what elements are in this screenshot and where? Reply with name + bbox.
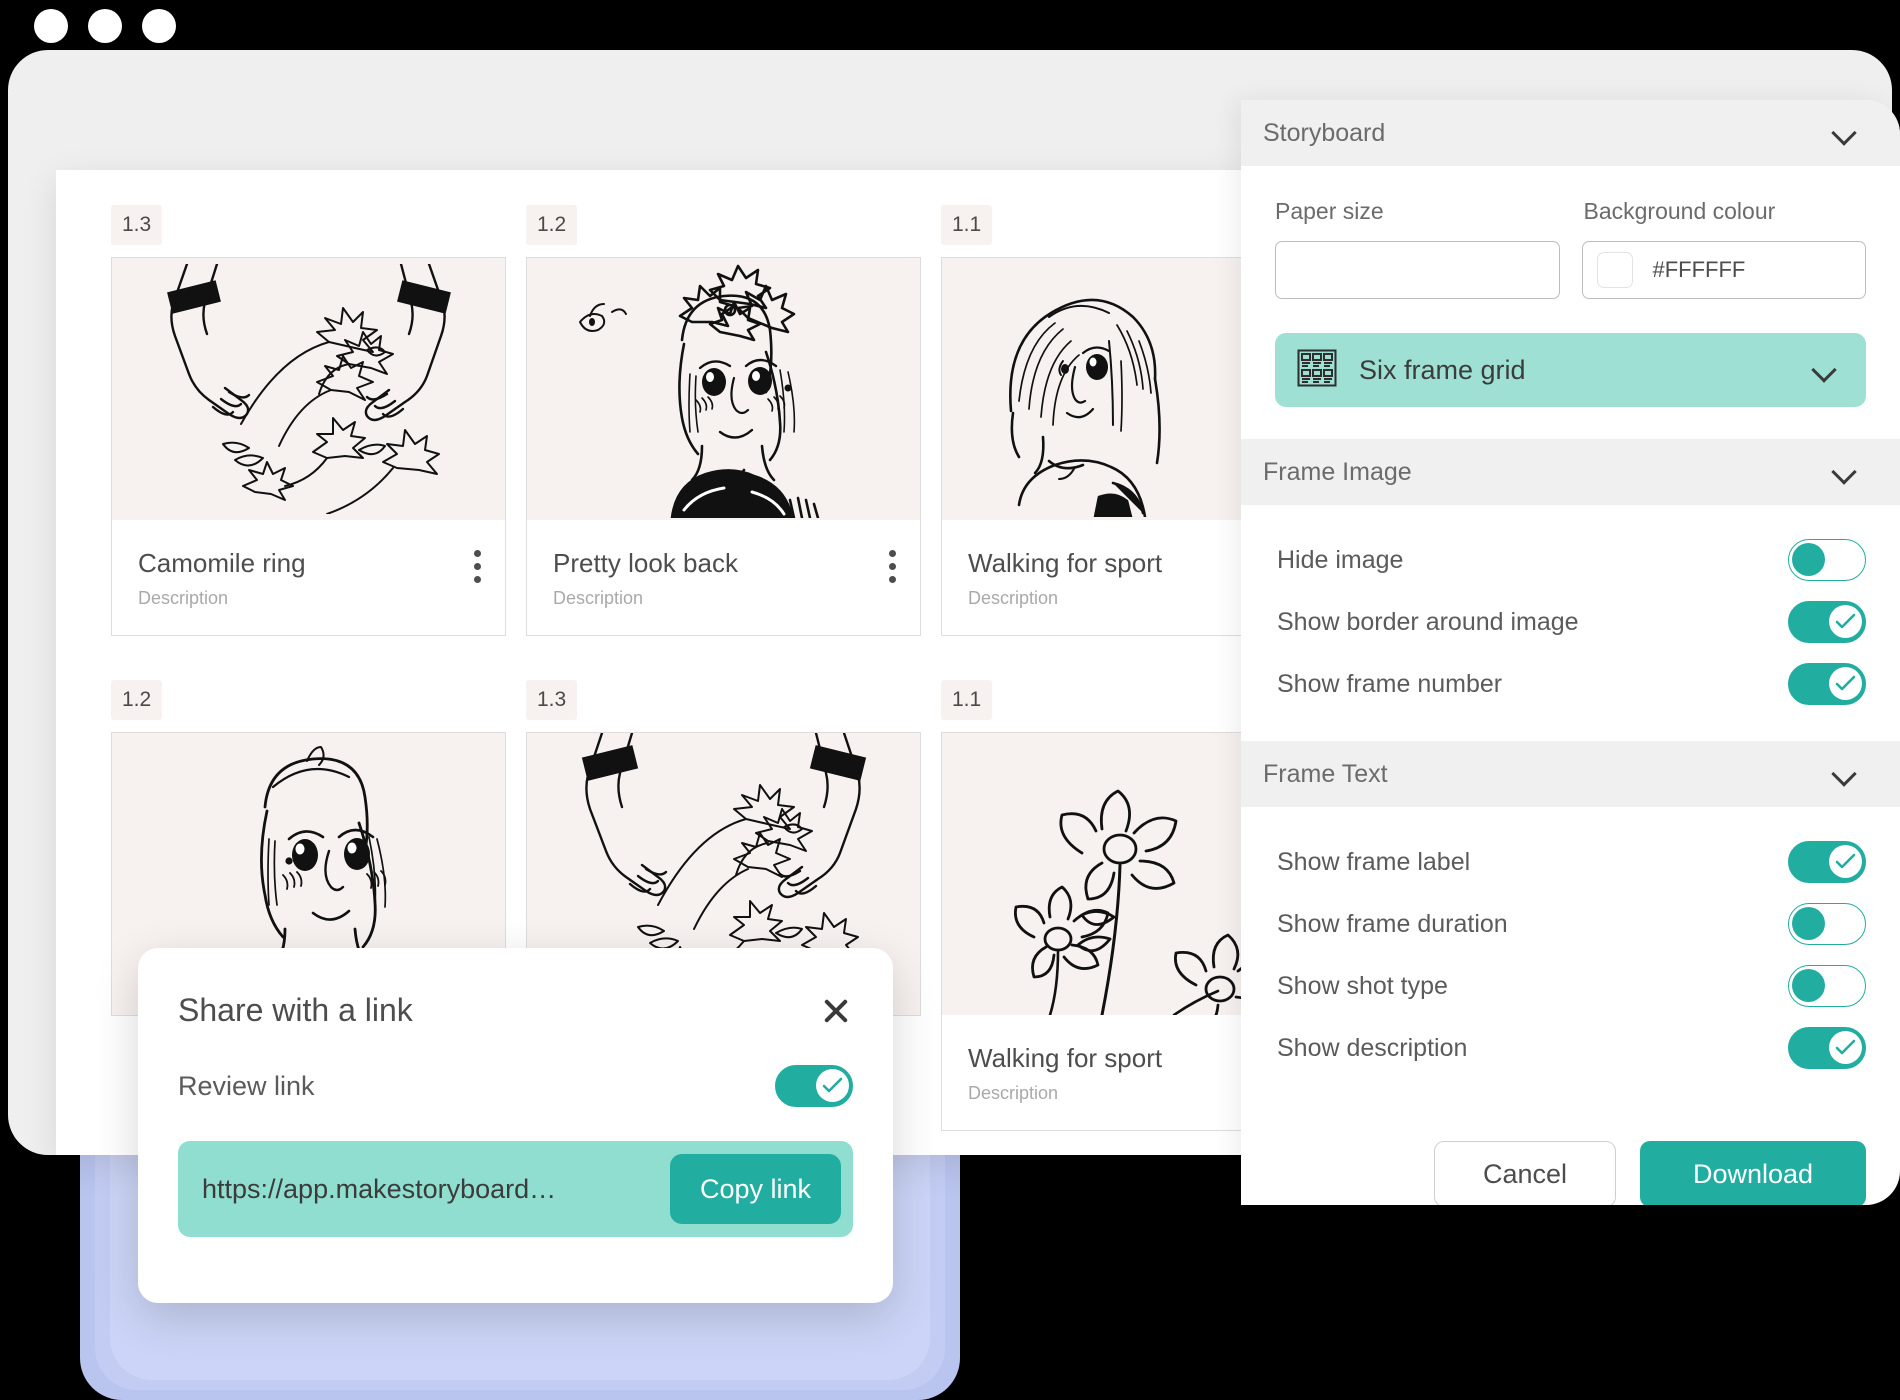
frame-number: 1.3	[111, 205, 163, 245]
frame-description: Description	[553, 588, 644, 608]
download-button[interactable]: Download	[1640, 1141, 1866, 1205]
grid-layout-select[interactable]: Six frame grid	[1275, 333, 1866, 407]
frame-text-toggles: Show frame label Show frame duration Sho…	[1241, 807, 1900, 1105]
toggle-label: Show border around image	[1277, 607, 1579, 636]
review-link-row: Review link	[178, 1029, 853, 1107]
chevron-down-icon[interactable]	[1834, 461, 1856, 483]
toggle-row-show-frame-number: Show frame number	[1241, 653, 1900, 715]
share-link-url[interactable]: https://app.makestoryboard…	[202, 1174, 556, 1205]
share-link-dialog: Share with a link Review link https://ap…	[138, 948, 893, 1303]
share-dialog-title: Share with a link	[178, 992, 413, 1028]
toggle-label: Show frame duration	[1277, 909, 1508, 938]
background-colour-field: Background colour #FFFFFF	[1581, 198, 1866, 299]
frame-image-girl-portrait	[942, 258, 1256, 520]
section-header-frame-text[interactable]: Frame Text	[1241, 741, 1900, 807]
cancel-button[interactable]: Cancel	[1434, 1141, 1616, 1205]
frame-description: Description	[138, 588, 229, 608]
window-dot-close[interactable]	[34, 9, 68, 43]
frame-cell[interactable]: 1.1 Walking for sport Description	[941, 680, 1256, 1155]
toggle-row-show-frame-duration: Show frame duration	[1241, 893, 1900, 955]
frame-cell[interactable]: 1.3	[111, 205, 511, 680]
frame-image-girl-flower-crown	[527, 258, 920, 520]
toggle-show-border-around-image[interactable]	[1788, 601, 1866, 643]
toggle-label: Show frame number	[1277, 669, 1503, 698]
frame-title: Camomile ring	[138, 548, 306, 578]
toggle-label: Show shot type	[1277, 971, 1448, 1000]
background-colour-input[interactable]: #FFFFFF	[1581, 241, 1866, 299]
share-dialog-header: Share with a link	[178, 948, 853, 1029]
review-link-label: Review link	[178, 1070, 315, 1101]
export-settings-panel: Storyboard Paper size Background colour …	[1241, 100, 1900, 1205]
toggle-show-shot-type[interactable]	[1788, 965, 1866, 1007]
frame-title: Walking for sport	[968, 548, 1163, 578]
toggle-row-show-description: Show description	[1241, 1017, 1900, 1079]
background-colour-label: Background colour	[1583, 198, 1776, 224]
window-dot-maximize[interactable]	[142, 9, 176, 43]
section-title: Frame Image	[1263, 457, 1412, 486]
frame-description: Description	[968, 1083, 1059, 1103]
frame-card[interactable]: Pretty look back Description	[526, 257, 921, 636]
window-controls	[0, 0, 1900, 52]
toggle-review-link[interactable]	[775, 1065, 853, 1107]
toggle-label: Show description	[1277, 1033, 1468, 1062]
toggle-show-frame-number[interactable]	[1788, 663, 1866, 705]
copy-link-button[interactable]: Copy link	[669, 1154, 841, 1224]
toggle-row-hide-image: Hide image	[1241, 529, 1900, 591]
six-frame-grid-icon	[1297, 349, 1337, 392]
frame-title: Pretty look back	[553, 548, 738, 578]
frame-number: 1.1	[941, 680, 993, 720]
section-title: Storyboard	[1263, 118, 1386, 147]
frame-title: Walking for sport	[968, 1043, 1163, 1073]
paper-and-colour-row: Paper size Background colour #FFFFFF	[1275, 166, 1866, 299]
toggle-show-frame-duration[interactable]	[1788, 903, 1866, 945]
toggle-row-show-border: Show border around image	[1241, 591, 1900, 653]
frame-menu-icon[interactable]	[474, 550, 481, 583]
frame-meta: Pretty look back Description	[527, 520, 920, 635]
frame-image-hands-flowers	[112, 258, 505, 520]
frame-meta: Walking for sport Description	[942, 1015, 1256, 1130]
chevron-down-icon[interactable]	[1814, 359, 1836, 381]
frame-meta: Camomile ring Description	[112, 520, 505, 635]
frame-card[interactable]: Walking for sport Description	[941, 732, 1256, 1131]
chevron-down-icon[interactable]	[1834, 763, 1856, 785]
frame-cell[interactable]: 1.1 Walking for sport Description	[941, 205, 1256, 680]
section-header-frame-image[interactable]: Frame Image	[1241, 439, 1900, 505]
toggle-hide-image[interactable]	[1788, 539, 1866, 581]
frame-card[interactable]: Walking for sport Description	[941, 257, 1256, 636]
frame-image-daisies	[942, 733, 1256, 1015]
frame-number: 1.2	[526, 205, 578, 245]
frame-card[interactable]: Camomile ring Description	[111, 257, 506, 636]
frame-meta: Walking for sport Description	[942, 520, 1256, 635]
paper-size-label: Paper size	[1275, 198, 1384, 224]
window-dot-minimize[interactable]	[88, 9, 122, 43]
toggle-row-show-shot-type: Show shot type	[1241, 955, 1900, 1017]
toggle-show-description[interactable]	[1788, 1027, 1866, 1069]
paper-size-input[interactable]	[1275, 241, 1560, 299]
storyboard-section-body: Paper size Background colour #FFFFFF Six…	[1241, 166, 1900, 407]
frame-menu-icon[interactable]	[889, 550, 896, 583]
section-header-storyboard[interactable]: Storyboard	[1241, 100, 1900, 166]
panel-actions: Cancel Download	[1241, 1105, 1900, 1205]
section-title: Frame Text	[1263, 759, 1388, 788]
toggle-row-show-frame-label: Show frame label	[1241, 831, 1900, 893]
frame-image-toggles: Hide image Show border around image Show…	[1241, 505, 1900, 741]
toggle-label: Show frame label	[1277, 847, 1471, 876]
close-icon[interactable]	[819, 994, 853, 1028]
colour-swatch[interactable]	[1596, 252, 1633, 288]
colour-hex-value: #FFFFFF	[1652, 257, 1746, 282]
paper-size-field: Paper size	[1275, 198, 1560, 299]
share-link-bar: https://app.makestoryboard… Copy link	[178, 1141, 853, 1237]
frame-description: Description	[968, 588, 1059, 608]
chevron-down-icon[interactable]	[1834, 122, 1856, 144]
frame-number: 1.1	[941, 205, 993, 245]
toggle-label: Hide image	[1277, 545, 1404, 574]
frame-cell[interactable]: 1.2	[526, 205, 926, 680]
frame-number: 1.2	[111, 680, 163, 720]
grid-layout-label: Six frame grid	[1359, 354, 1526, 385]
toggle-show-frame-label[interactable]	[1788, 841, 1866, 883]
frame-number: 1.3	[526, 680, 578, 720]
